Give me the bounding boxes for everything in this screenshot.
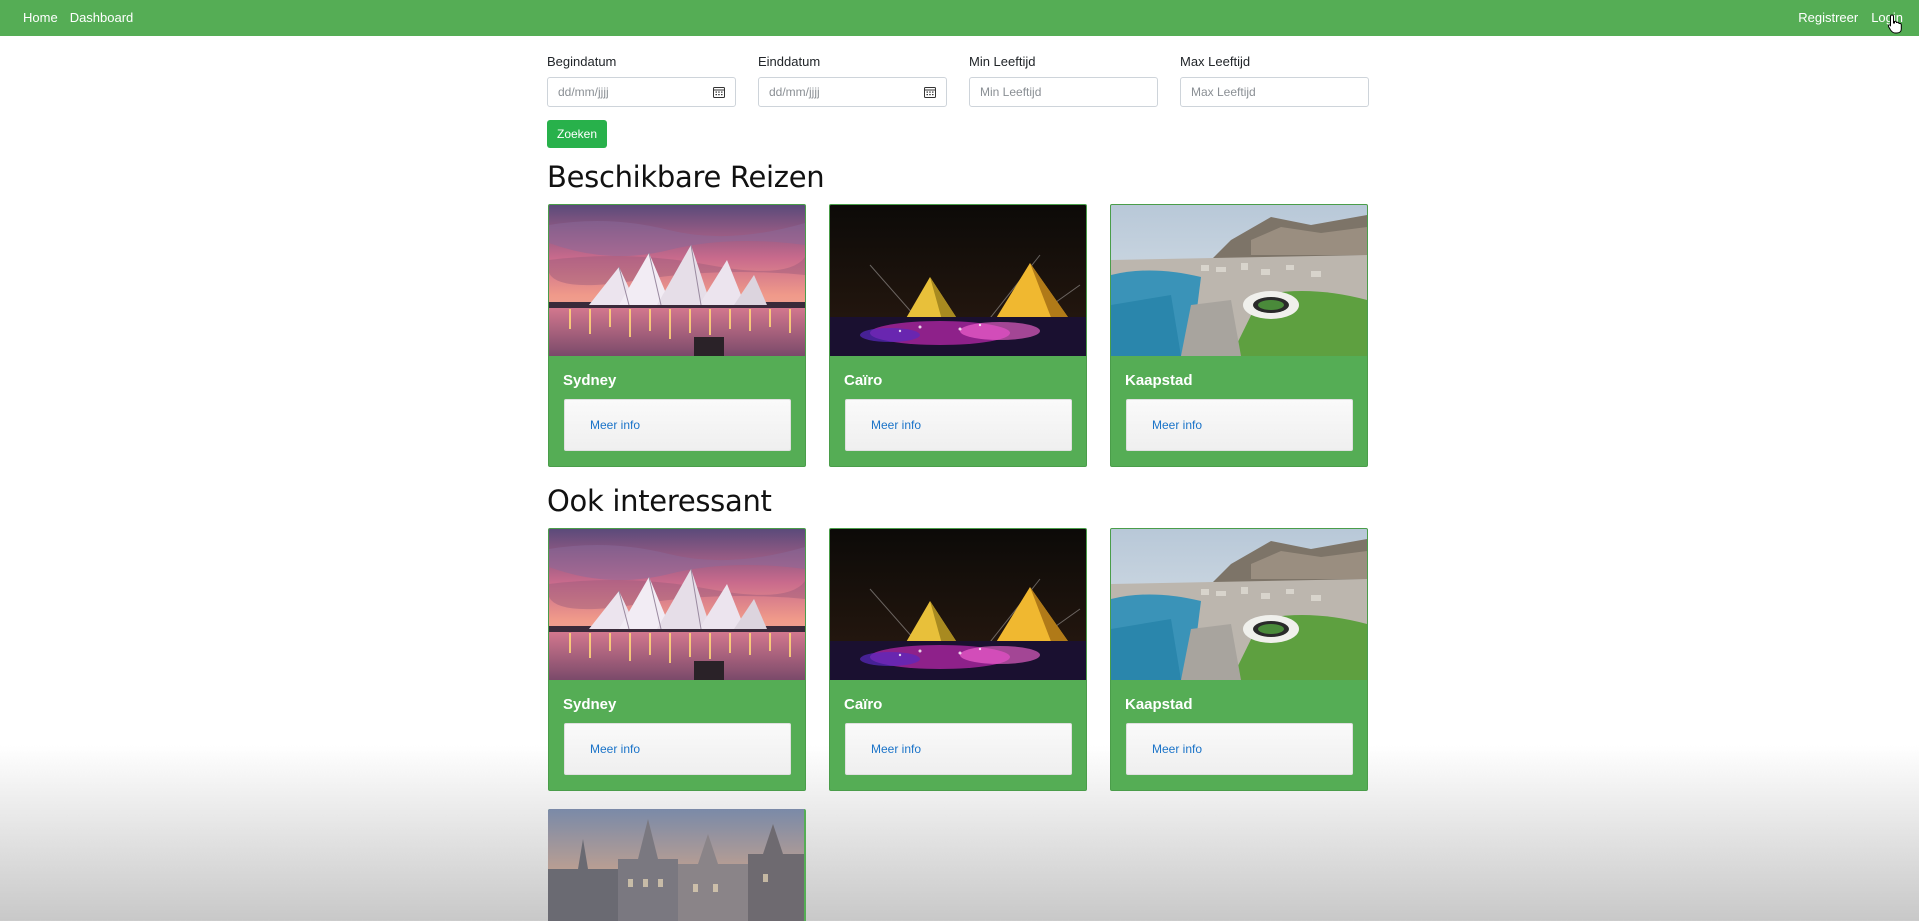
- end-date-input[interactable]: [769, 85, 924, 99]
- card-title: Sydney: [563, 696, 617, 713]
- end-date-label: Einddatum: [758, 54, 821, 69]
- nav-right: Registreer Login: [1785, 0, 1903, 36]
- nav-register-link[interactable]: Registreer: [1798, 0, 1858, 36]
- min-age-input-wrapper[interactable]: [969, 77, 1158, 107]
- nav-dashboard-link[interactable]: Dashboard: [70, 0, 134, 36]
- meer-info-button[interactable]: Meer info: [564, 399, 791, 451]
- max-age-label: Max Leeftijd: [1180, 54, 1251, 69]
- card-title: Sydney: [563, 372, 617, 389]
- min-age-input[interactable]: [980, 85, 1147, 99]
- end-date-field: Einddatum: [758, 54, 947, 107]
- nav-left: Home Dashboard: [23, 0, 145, 36]
- meer-info-button[interactable]: Meer info: [845, 399, 1072, 451]
- meer-info-button[interactable]: Meer info: [1126, 399, 1353, 451]
- nav-home-link[interactable]: Home: [23, 0, 58, 36]
- begin-date-label: Begindatum: [547, 54, 617, 69]
- trip-card-sydney: Sydney Meer info: [548, 204, 806, 467]
- trip-card-kaapstad: Kaapstad Meer info: [1110, 528, 1368, 791]
- begin-date-input-wrapper[interactable]: [547, 77, 736, 107]
- meer-info-button[interactable]: Meer info: [1126, 723, 1353, 775]
- end-date-input-wrapper[interactable]: [758, 77, 947, 107]
- meer-info-button[interactable]: Meer info: [564, 723, 791, 775]
- pyramids-night-image: [830, 529, 1086, 680]
- card-title: Kaapstad: [1125, 372, 1193, 389]
- cape-town-aerial-image: [1111, 205, 1367, 356]
- begin-date-input[interactable]: [558, 85, 713, 99]
- calendar-icon[interactable]: [713, 86, 725, 98]
- cape-town-aerial-image: [1111, 529, 1367, 680]
- top-navbar: Home Dashboard Registreer Login: [0, 0, 1919, 36]
- trip-card-cairo: Caïro Meer info: [829, 528, 1087, 791]
- sydney-opera-house-image: [549, 205, 805, 356]
- trip-card-kaapstad: Kaapstad Meer info: [1110, 204, 1368, 467]
- card-title: Kaapstad: [1125, 696, 1193, 713]
- card-title: Caïro: [844, 372, 883, 389]
- pyramids-night-image: [830, 205, 1086, 356]
- ghent-old-town-image: [548, 809, 804, 921]
- max-age-input[interactable]: [1191, 85, 1358, 99]
- min-age-field: Min Leeftijd: [969, 54, 1158, 107]
- card-title: Caïro: [844, 696, 883, 713]
- filter-form: Begindatum Einddatum Min Leeftijd Max: [547, 54, 1369, 107]
- trip-card-sydney: Sydney Meer info: [548, 528, 806, 791]
- search-button[interactable]: Zoeken: [547, 120, 607, 148]
- trip-card-ghent: [548, 809, 806, 921]
- available-trips-heading: Beschikbare Reizen: [547, 160, 825, 194]
- max-age-input-wrapper[interactable]: [1180, 77, 1369, 107]
- min-age-label: Min Leeftijd: [969, 54, 1036, 69]
- meer-info-button[interactable]: Meer info: [845, 723, 1072, 775]
- also-interesting-heading: Ook interessant: [547, 484, 772, 518]
- calendar-icon[interactable]: [924, 86, 936, 98]
- max-age-field: Max Leeftijd: [1180, 54, 1369, 107]
- sydney-opera-house-image: [549, 529, 805, 680]
- mouse-pointer-icon: [1887, 14, 1902, 34]
- begin-date-field: Begindatum: [547, 54, 736, 107]
- trip-card-cairo: Caïro Meer info: [829, 204, 1087, 467]
